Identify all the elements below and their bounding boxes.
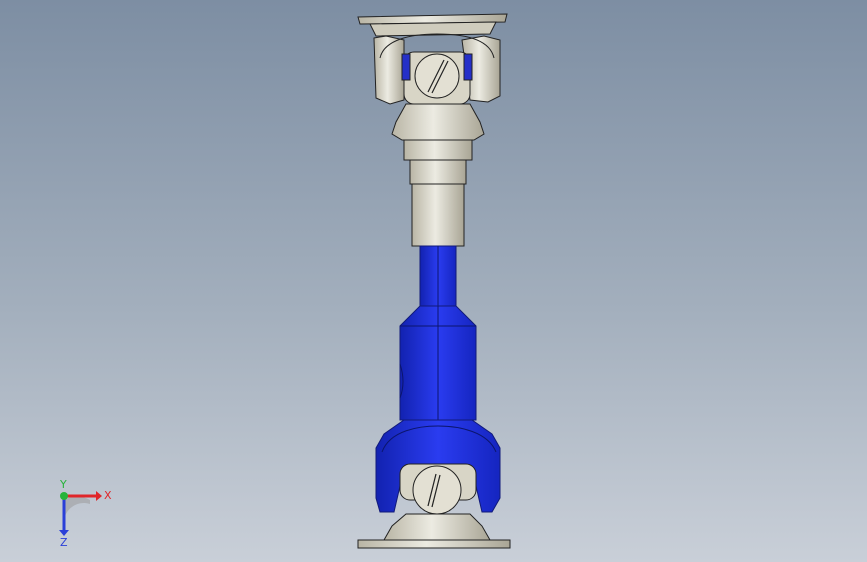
bottom-flange[interactable] bbox=[357, 513, 511, 549]
driveshaft-model[interactable] bbox=[0, 0, 867, 562]
orientation-triad: X Y Z bbox=[59, 478, 112, 548]
blue-shaft[interactable] bbox=[399, 245, 477, 421]
x-axis-arrow bbox=[96, 491, 102, 501]
bottom-bearing-cap[interactable] bbox=[412, 465, 462, 515]
top-bearing-cap[interactable] bbox=[414, 53, 460, 99]
top-hub[interactable] bbox=[391, 103, 485, 185]
y-axis-label: Y bbox=[59, 478, 67, 491]
y-axis-point bbox=[60, 492, 68, 500]
graphics-viewport[interactable]: X Y Z bbox=[0, 0, 867, 562]
x-axis-label: X bbox=[104, 489, 112, 502]
upper-slip-tube[interactable] bbox=[411, 183, 465, 247]
top-flange[interactable] bbox=[357, 13, 508, 37]
z-axis-label: Z bbox=[60, 536, 68, 548]
